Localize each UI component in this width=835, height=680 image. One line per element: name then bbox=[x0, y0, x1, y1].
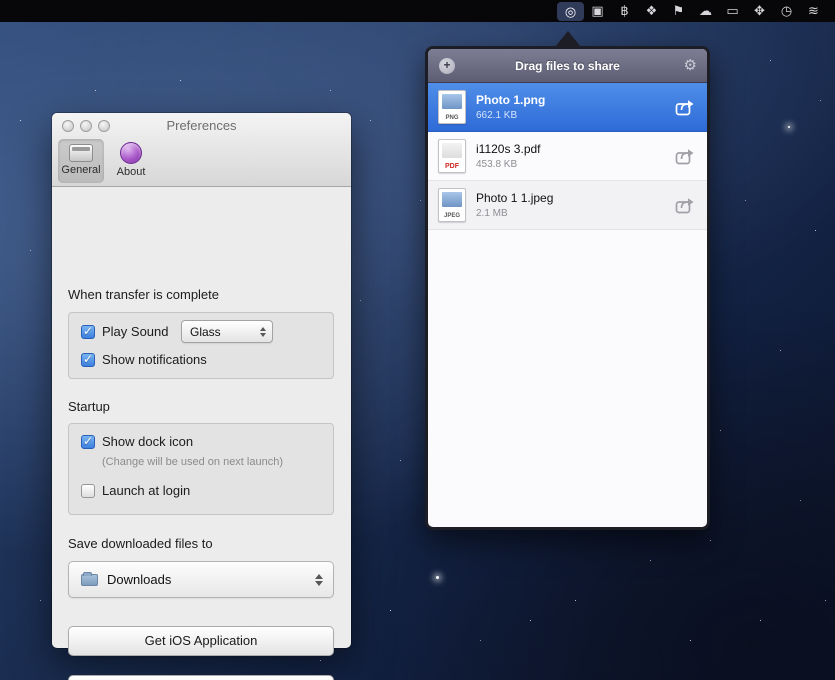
file-type-badge: PNG bbox=[439, 115, 465, 121]
show-notifications-checkbox[interactable] bbox=[81, 353, 95, 367]
file-thumbnail bbox=[442, 94, 462, 109]
title-bar[interactable]: Preferences bbox=[52, 113, 351, 139]
toolbar-label: General bbox=[61, 164, 100, 176]
file-size: 453.8 KB bbox=[476, 159, 675, 170]
startup-groupbox: Show dock icon (Change will be used on n… bbox=[68, 423, 334, 515]
launch-at-login-checkbox[interactable] bbox=[81, 484, 95, 498]
bright-star bbox=[436, 576, 439, 579]
share-icon[interactable] bbox=[675, 197, 697, 214]
file-size: 2.1 MB bbox=[476, 208, 675, 219]
show-dock-icon-label[interactable]: Show dock icon bbox=[102, 434, 193, 449]
toolbar-label: About bbox=[117, 166, 146, 178]
popover-title: Drag files to share bbox=[515, 59, 620, 73]
file-row-i1120s-pdf[interactable]: PDF i1120s 3.pdf 453.8 KB bbox=[428, 132, 707, 181]
settings-gear-icon[interactable]: ⚙ bbox=[684, 57, 697, 75]
clock-menubar-icon[interactable]: ◷ bbox=[773, 0, 800, 22]
file-name: i1120s 3.pdf bbox=[476, 142, 675, 156]
file-name: Photo 1 1.jpeg bbox=[476, 191, 675, 205]
transfer-groupbox: Play Sound Glass Show notifications bbox=[68, 312, 334, 379]
add-files-button[interactable]: + bbox=[439, 58, 455, 74]
file-row-photo11-jpeg[interactable]: JPEG Photo 1 1.jpeg 2.1 MB bbox=[428, 181, 707, 230]
startup-section-label: Startup bbox=[68, 399, 110, 414]
share-popover: + Drag files to share ⚙ PNG Photo 1.png … bbox=[425, 30, 710, 530]
share-icon[interactable] bbox=[675, 148, 697, 165]
file-row-photo1-png[interactable]: PNG Photo 1.png 662.1 KB bbox=[428, 83, 707, 132]
quit-button[interactable]: Quit bbox=[68, 675, 334, 680]
preferences-content: When transfer is complete Play Sound Gla… bbox=[52, 187, 351, 648]
get-ios-application-button[interactable]: Get iOS Application bbox=[68, 626, 334, 656]
bright-star bbox=[788, 126, 790, 128]
sound-popup[interactable]: Glass bbox=[181, 320, 273, 343]
toolbar-item-about[interactable]: About bbox=[108, 139, 154, 183]
file-name: Photo 1.png bbox=[476, 93, 675, 107]
share-icon[interactable] bbox=[675, 99, 697, 116]
minimize-button[interactable] bbox=[80, 120, 92, 132]
preferences-window: Preferences General About When transfer … bbox=[52, 113, 351, 648]
pdf-file-icon: PDF bbox=[438, 139, 466, 173]
play-sound-checkbox[interactable] bbox=[81, 325, 95, 339]
popup-stepper-icon bbox=[315, 574, 323, 586]
window-header: Preferences General About bbox=[52, 113, 351, 187]
file-thumbnail bbox=[442, 143, 462, 158]
cloud-menubar-icon[interactable]: ☁ bbox=[692, 0, 719, 22]
show-notifications-label[interactable]: Show notifications bbox=[102, 352, 207, 367]
wifi-menubar-icon[interactable]: ≋ bbox=[800, 0, 827, 22]
jpeg-file-icon: JPEG bbox=[438, 188, 466, 222]
toolbar-item-general[interactable]: General bbox=[58, 139, 104, 183]
bitcoin-menubar-icon[interactable]: ฿ bbox=[611, 0, 638, 22]
zoom-button[interactable] bbox=[98, 120, 110, 132]
popup-stepper-icon bbox=[260, 327, 266, 337]
save-folder-value: Downloads bbox=[107, 572, 315, 587]
pin-menubar-icon[interactable]: ⚑ bbox=[665, 0, 692, 22]
dock-change-note: (Change will be used on next launch) bbox=[102, 456, 283, 468]
launch-at-login-label[interactable]: Launch at login bbox=[102, 483, 190, 498]
window-title: Preferences bbox=[52, 113, 351, 139]
show-dock-icon-checkbox[interactable] bbox=[81, 435, 95, 449]
png-file-icon: PNG bbox=[438, 90, 466, 124]
folder-icon bbox=[81, 574, 98, 586]
file-thumbnail bbox=[442, 192, 462, 207]
sound-popup-value: Glass bbox=[190, 325, 260, 339]
save-section-label: Save downloaded files to bbox=[68, 536, 213, 551]
popover-arrow bbox=[555, 31, 581, 47]
transfer-section-label: When transfer is complete bbox=[68, 287, 219, 302]
file-type-badge: PDF bbox=[439, 163, 465, 170]
file-type-badge: JPEG bbox=[439, 213, 465, 219]
dropbox-menubar-icon[interactable]: ❖ bbox=[638, 0, 665, 22]
spaces-menubar-icon[interactable]: ✥ bbox=[746, 0, 773, 22]
toolbar: General About bbox=[58, 139, 154, 183]
photos-menubar-icon[interactable]: ▣ bbox=[584, 0, 611, 22]
save-folder-popup[interactable]: Downloads bbox=[68, 561, 334, 598]
general-icon bbox=[69, 144, 93, 162]
close-button[interactable] bbox=[62, 120, 74, 132]
popover-header: + Drag files to share ⚙ bbox=[428, 49, 707, 83]
display-menubar-icon[interactable]: ▭ bbox=[719, 0, 746, 22]
play-sound-label[interactable]: Play Sound bbox=[102, 324, 169, 339]
menu-bar: ◎ ▣ ฿ ❖ ⚑ ☁ ▭ ✥ ◷ ≋ bbox=[0, 0, 835, 22]
transfer-app-menubar-icon[interactable]: ◎ bbox=[557, 2, 584, 21]
file-size: 662.1 KB bbox=[476, 110, 675, 121]
about-icon bbox=[120, 142, 142, 164]
